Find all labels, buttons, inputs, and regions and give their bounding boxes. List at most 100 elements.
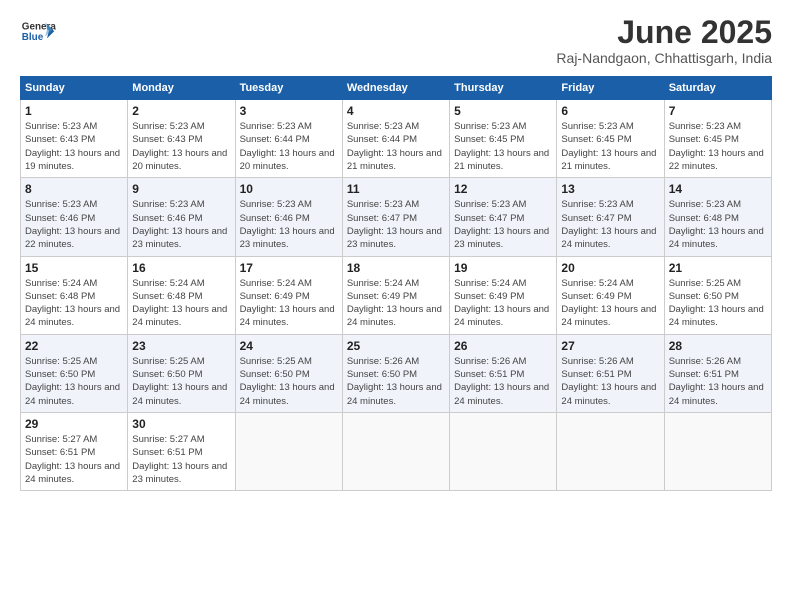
calendar-week-row: 29 Sunrise: 5:27 AMSunset: 6:51 PMDaylig… bbox=[21, 412, 772, 490]
header-friday: Friday bbox=[557, 77, 664, 100]
table-row: 27 Sunrise: 5:26 AMSunset: 6:51 PMDaylig… bbox=[557, 334, 664, 412]
day-number: 5 bbox=[454, 104, 552, 118]
table-row bbox=[450, 412, 557, 490]
day-number: 30 bbox=[132, 417, 230, 431]
table-row: 29 Sunrise: 5:27 AMSunset: 6:51 PMDaylig… bbox=[21, 412, 128, 490]
table-row: 2 Sunrise: 5:23 AMSunset: 6:43 PMDayligh… bbox=[128, 100, 235, 178]
calendar-week-row: 8 Sunrise: 5:23 AMSunset: 6:46 PMDayligh… bbox=[21, 178, 772, 256]
location-title: Raj-Nandgaon, Chhattisgarh, India bbox=[556, 50, 772, 66]
svg-text:Blue: Blue bbox=[22, 32, 44, 43]
day-number: 29 bbox=[25, 417, 123, 431]
day-number: 26 bbox=[454, 339, 552, 353]
header-sunday: Sunday bbox=[21, 77, 128, 100]
header-monday: Monday bbox=[128, 77, 235, 100]
header-thursday: Thursday bbox=[450, 77, 557, 100]
day-info: Sunrise: 5:23 AMSunset: 6:44 PMDaylight:… bbox=[347, 121, 442, 172]
table-row bbox=[342, 412, 449, 490]
logo: General Blue bbox=[20, 15, 56, 51]
day-info: Sunrise: 5:26 AMSunset: 6:51 PMDaylight:… bbox=[669, 356, 764, 407]
calendar-week-row: 15 Sunrise: 5:24 AMSunset: 6:48 PMDaylig… bbox=[21, 256, 772, 334]
day-number: 20 bbox=[561, 261, 659, 275]
day-number: 12 bbox=[454, 182, 552, 196]
table-row: 1 Sunrise: 5:23 AMSunset: 6:43 PMDayligh… bbox=[21, 100, 128, 178]
day-info: Sunrise: 5:23 AMSunset: 6:45 PMDaylight:… bbox=[669, 121, 764, 172]
table-row bbox=[235, 412, 342, 490]
day-number: 16 bbox=[132, 261, 230, 275]
day-number: 21 bbox=[669, 261, 767, 275]
day-number: 22 bbox=[25, 339, 123, 353]
day-info: Sunrise: 5:23 AMSunset: 6:46 PMDaylight:… bbox=[240, 199, 335, 250]
table-row: 12 Sunrise: 5:23 AMSunset: 6:47 PMDaylig… bbox=[450, 178, 557, 256]
day-number: 7 bbox=[669, 104, 767, 118]
day-info: Sunrise: 5:24 AMSunset: 6:49 PMDaylight:… bbox=[454, 278, 549, 329]
table-row: 19 Sunrise: 5:24 AMSunset: 6:49 PMDaylig… bbox=[450, 256, 557, 334]
day-info: Sunrise: 5:23 AMSunset: 6:47 PMDaylight:… bbox=[347, 199, 442, 250]
day-info: Sunrise: 5:23 AMSunset: 6:44 PMDaylight:… bbox=[240, 121, 335, 172]
table-row bbox=[664, 412, 771, 490]
table-row: 15 Sunrise: 5:24 AMSunset: 6:48 PMDaylig… bbox=[21, 256, 128, 334]
header-saturday: Saturday bbox=[664, 77, 771, 100]
day-info: Sunrise: 5:23 AMSunset: 6:47 PMDaylight:… bbox=[561, 199, 656, 250]
calendar-week-row: 22 Sunrise: 5:25 AMSunset: 6:50 PMDaylig… bbox=[21, 334, 772, 412]
day-info: Sunrise: 5:23 AMSunset: 6:46 PMDaylight:… bbox=[132, 199, 227, 250]
header: General Blue June 2025 Raj-Nandgaon, Chh… bbox=[20, 15, 772, 66]
day-info: Sunrise: 5:26 AMSunset: 6:51 PMDaylight:… bbox=[454, 356, 549, 407]
table-row: 14 Sunrise: 5:23 AMSunset: 6:48 PMDaylig… bbox=[664, 178, 771, 256]
day-info: Sunrise: 5:23 AMSunset: 6:43 PMDaylight:… bbox=[132, 121, 227, 172]
header-wednesday: Wednesday bbox=[342, 77, 449, 100]
table-row: 18 Sunrise: 5:24 AMSunset: 6:49 PMDaylig… bbox=[342, 256, 449, 334]
table-row: 6 Sunrise: 5:23 AMSunset: 6:45 PMDayligh… bbox=[557, 100, 664, 178]
day-info: Sunrise: 5:23 AMSunset: 6:46 PMDaylight:… bbox=[25, 199, 120, 250]
table-row: 24 Sunrise: 5:25 AMSunset: 6:50 PMDaylig… bbox=[235, 334, 342, 412]
day-number: 19 bbox=[454, 261, 552, 275]
day-info: Sunrise: 5:27 AMSunset: 6:51 PMDaylight:… bbox=[25, 434, 120, 485]
calendar-week-row: 1 Sunrise: 5:23 AMSunset: 6:43 PMDayligh… bbox=[21, 100, 772, 178]
table-row: 9 Sunrise: 5:23 AMSunset: 6:46 PMDayligh… bbox=[128, 178, 235, 256]
day-number: 8 bbox=[25, 182, 123, 196]
day-info: Sunrise: 5:24 AMSunset: 6:48 PMDaylight:… bbox=[132, 278, 227, 329]
table-row: 20 Sunrise: 5:24 AMSunset: 6:49 PMDaylig… bbox=[557, 256, 664, 334]
day-info: Sunrise: 5:23 AMSunset: 6:45 PMDaylight:… bbox=[561, 121, 656, 172]
calendar-header-row: Sunday Monday Tuesday Wednesday Thursday… bbox=[21, 77, 772, 100]
day-number: 11 bbox=[347, 182, 445, 196]
table-row bbox=[557, 412, 664, 490]
day-info: Sunrise: 5:25 AMSunset: 6:50 PMDaylight:… bbox=[240, 356, 335, 407]
table-row: 10 Sunrise: 5:23 AMSunset: 6:46 PMDaylig… bbox=[235, 178, 342, 256]
calendar-table: Sunday Monday Tuesday Wednesday Thursday… bbox=[20, 76, 772, 491]
day-number: 9 bbox=[132, 182, 230, 196]
day-info: Sunrise: 5:27 AMSunset: 6:51 PMDaylight:… bbox=[132, 434, 227, 485]
day-number: 1 bbox=[25, 104, 123, 118]
page: General Blue June 2025 Raj-Nandgaon, Chh… bbox=[0, 0, 792, 612]
title-area: June 2025 Raj-Nandgaon, Chhattisgarh, In… bbox=[556, 15, 772, 66]
table-row: 11 Sunrise: 5:23 AMSunset: 6:47 PMDaylig… bbox=[342, 178, 449, 256]
table-row: 26 Sunrise: 5:26 AMSunset: 6:51 PMDaylig… bbox=[450, 334, 557, 412]
table-row: 25 Sunrise: 5:26 AMSunset: 6:50 PMDaylig… bbox=[342, 334, 449, 412]
table-row: 8 Sunrise: 5:23 AMSunset: 6:46 PMDayligh… bbox=[21, 178, 128, 256]
day-info: Sunrise: 5:25 AMSunset: 6:50 PMDaylight:… bbox=[132, 356, 227, 407]
table-row: 3 Sunrise: 5:23 AMSunset: 6:44 PMDayligh… bbox=[235, 100, 342, 178]
table-row: 7 Sunrise: 5:23 AMSunset: 6:45 PMDayligh… bbox=[664, 100, 771, 178]
table-row: 5 Sunrise: 5:23 AMSunset: 6:45 PMDayligh… bbox=[450, 100, 557, 178]
day-number: 2 bbox=[132, 104, 230, 118]
table-row: 17 Sunrise: 5:24 AMSunset: 6:49 PMDaylig… bbox=[235, 256, 342, 334]
day-number: 3 bbox=[240, 104, 338, 118]
day-info: Sunrise: 5:23 AMSunset: 6:48 PMDaylight:… bbox=[669, 199, 764, 250]
day-info: Sunrise: 5:23 AMSunset: 6:45 PMDaylight:… bbox=[454, 121, 549, 172]
table-row: 28 Sunrise: 5:26 AMSunset: 6:51 PMDaylig… bbox=[664, 334, 771, 412]
table-row: 22 Sunrise: 5:25 AMSunset: 6:50 PMDaylig… bbox=[21, 334, 128, 412]
day-number: 25 bbox=[347, 339, 445, 353]
day-number: 13 bbox=[561, 182, 659, 196]
day-info: Sunrise: 5:23 AMSunset: 6:47 PMDaylight:… bbox=[454, 199, 549, 250]
day-number: 23 bbox=[132, 339, 230, 353]
month-title: June 2025 bbox=[556, 15, 772, 50]
day-info: Sunrise: 5:23 AMSunset: 6:43 PMDaylight:… bbox=[25, 121, 120, 172]
day-info: Sunrise: 5:24 AMSunset: 6:49 PMDaylight:… bbox=[347, 278, 442, 329]
day-info: Sunrise: 5:26 AMSunset: 6:50 PMDaylight:… bbox=[347, 356, 442, 407]
table-row: 16 Sunrise: 5:24 AMSunset: 6:48 PMDaylig… bbox=[128, 256, 235, 334]
day-number: 14 bbox=[669, 182, 767, 196]
table-row: 23 Sunrise: 5:25 AMSunset: 6:50 PMDaylig… bbox=[128, 334, 235, 412]
day-number: 6 bbox=[561, 104, 659, 118]
day-number: 17 bbox=[240, 261, 338, 275]
table-row: 21 Sunrise: 5:25 AMSunset: 6:50 PMDaylig… bbox=[664, 256, 771, 334]
day-info: Sunrise: 5:26 AMSunset: 6:51 PMDaylight:… bbox=[561, 356, 656, 407]
